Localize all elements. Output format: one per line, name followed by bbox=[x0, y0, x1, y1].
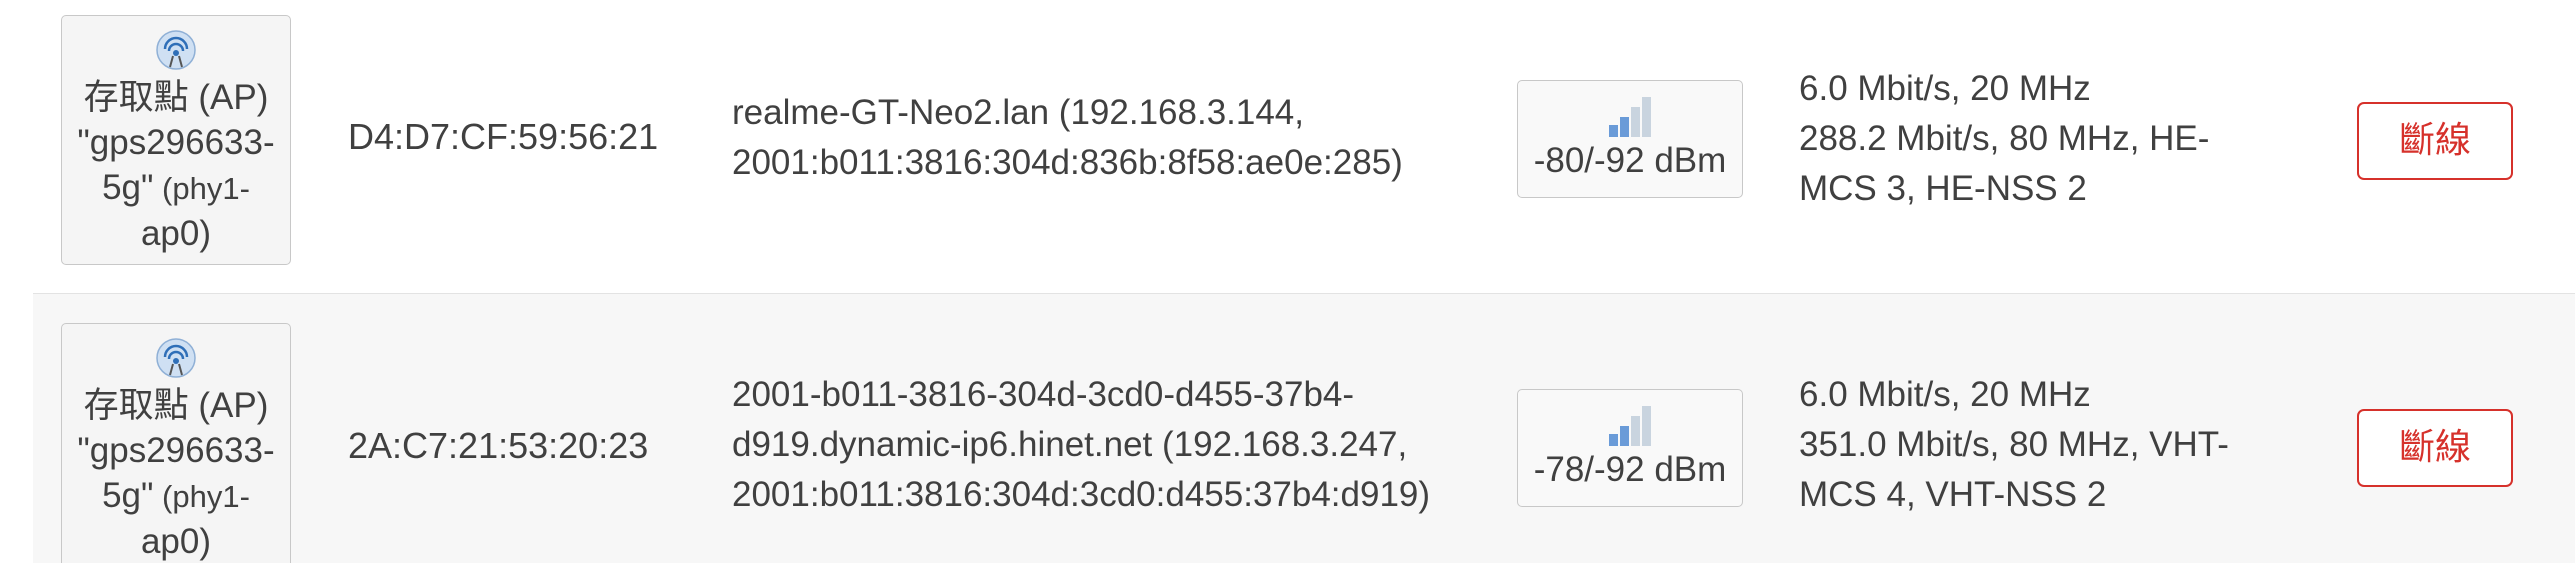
interface-ssid: "gps296633- bbox=[77, 431, 275, 470]
interface-ssid-end: 5g" bbox=[102, 168, 154, 207]
rate-line: 6.0 Mbit/s, 20 MHz bbox=[1799, 375, 2091, 414]
host-line: 2001:b011:3816:304d:836b:8f58:ae0e:285) bbox=[732, 143, 1403, 182]
table-row: 存取點 (AP) "gps296633- 5g" (phy1- ap0) 2A:… bbox=[33, 294, 2575, 563]
rate-cell: 6.0 Mbit/s, 20 MHz 351.0 Mbit/s, 80 MHz,… bbox=[1799, 370, 2229, 520]
interface-badge: 存取點 (AP) "gps296633- 5g" (phy1- ap0) bbox=[61, 323, 291, 563]
signal-badge: -80/-92 dBm bbox=[1517, 80, 1743, 198]
wifi-ap-icon bbox=[156, 30, 196, 70]
disconnect-button[interactable]: 斷線 bbox=[2357, 102, 2513, 180]
host-line: d919.dynamic-ip6.hinet.net (192.168.3.24… bbox=[732, 425, 1408, 464]
table-row: 存取點 (AP) "gps296633- 5g" (phy1- ap0) D4:… bbox=[33, 0, 2575, 294]
rate-cell: 6.0 Mbit/s, 20 MHz 288.2 Mbit/s, 80 MHz,… bbox=[1799, 64, 2209, 214]
signal-badge: -78/-92 dBm bbox=[1517, 389, 1743, 507]
host-cell: 2001-b011-3816-304d-3cd0-d455-37b4- d919… bbox=[732, 370, 1430, 520]
mac-address: D4:D7:CF:59:56:21 bbox=[348, 116, 659, 157]
rate-line: 6.0 Mbit/s, 20 MHz bbox=[1799, 69, 2091, 108]
signal-value: -78/-92 dBm bbox=[1533, 450, 1727, 489]
rate-line: MCS 4, VHT-NSS 2 bbox=[1799, 475, 2107, 514]
signal-strength-icon bbox=[1609, 406, 1651, 446]
interface-ssid: "gps296633- bbox=[77, 123, 275, 162]
rate-line: 288.2 Mbit/s, 80 MHz, HE- bbox=[1799, 119, 2210, 158]
host-line: 2001:b011:3816:304d:3cd0:d455:37b4:d919) bbox=[732, 475, 1431, 514]
rate-line: MCS 3, HE-NSS 2 bbox=[1799, 169, 2087, 208]
interface-badge: 存取點 (AP) "gps296633- 5g" (phy1- ap0) bbox=[61, 15, 291, 265]
disconnect-button[interactable]: 斷線 bbox=[2357, 409, 2513, 487]
interface-device: (phy1- bbox=[153, 479, 250, 514]
host-line: 2001-b011-3816-304d-3cd0-d455-37b4- bbox=[732, 375, 1355, 414]
signal-strength-icon bbox=[1609, 97, 1651, 137]
interface-mode: 存取點 (AP) bbox=[83, 386, 269, 425]
rate-line: 351.0 Mbit/s, 80 MHz, VHT- bbox=[1799, 425, 2229, 464]
associated-stations-table: 存取點 (AP) "gps296633- 5g" (phy1- ap0) D4:… bbox=[0, 0, 2575, 563]
interface-device: (phy1- bbox=[153, 171, 250, 206]
interface-ssid-end: 5g" bbox=[102, 476, 154, 515]
host-line: realme-GT-Neo2.lan (192.168.3.144, bbox=[732, 93, 1304, 132]
interface-device-end: ap0) bbox=[140, 522, 212, 561]
signal-value: -80/-92 dBm bbox=[1533, 141, 1727, 180]
interface-device-end: ap0) bbox=[140, 214, 212, 253]
mac-address: 2A:C7:21:53:20:23 bbox=[348, 425, 649, 466]
host-cell: realme-GT-Neo2.lan (192.168.3.144, 2001:… bbox=[732, 88, 1403, 188]
interface-mode: 存取點 (AP) bbox=[83, 78, 269, 117]
wifi-ap-icon bbox=[156, 338, 196, 378]
